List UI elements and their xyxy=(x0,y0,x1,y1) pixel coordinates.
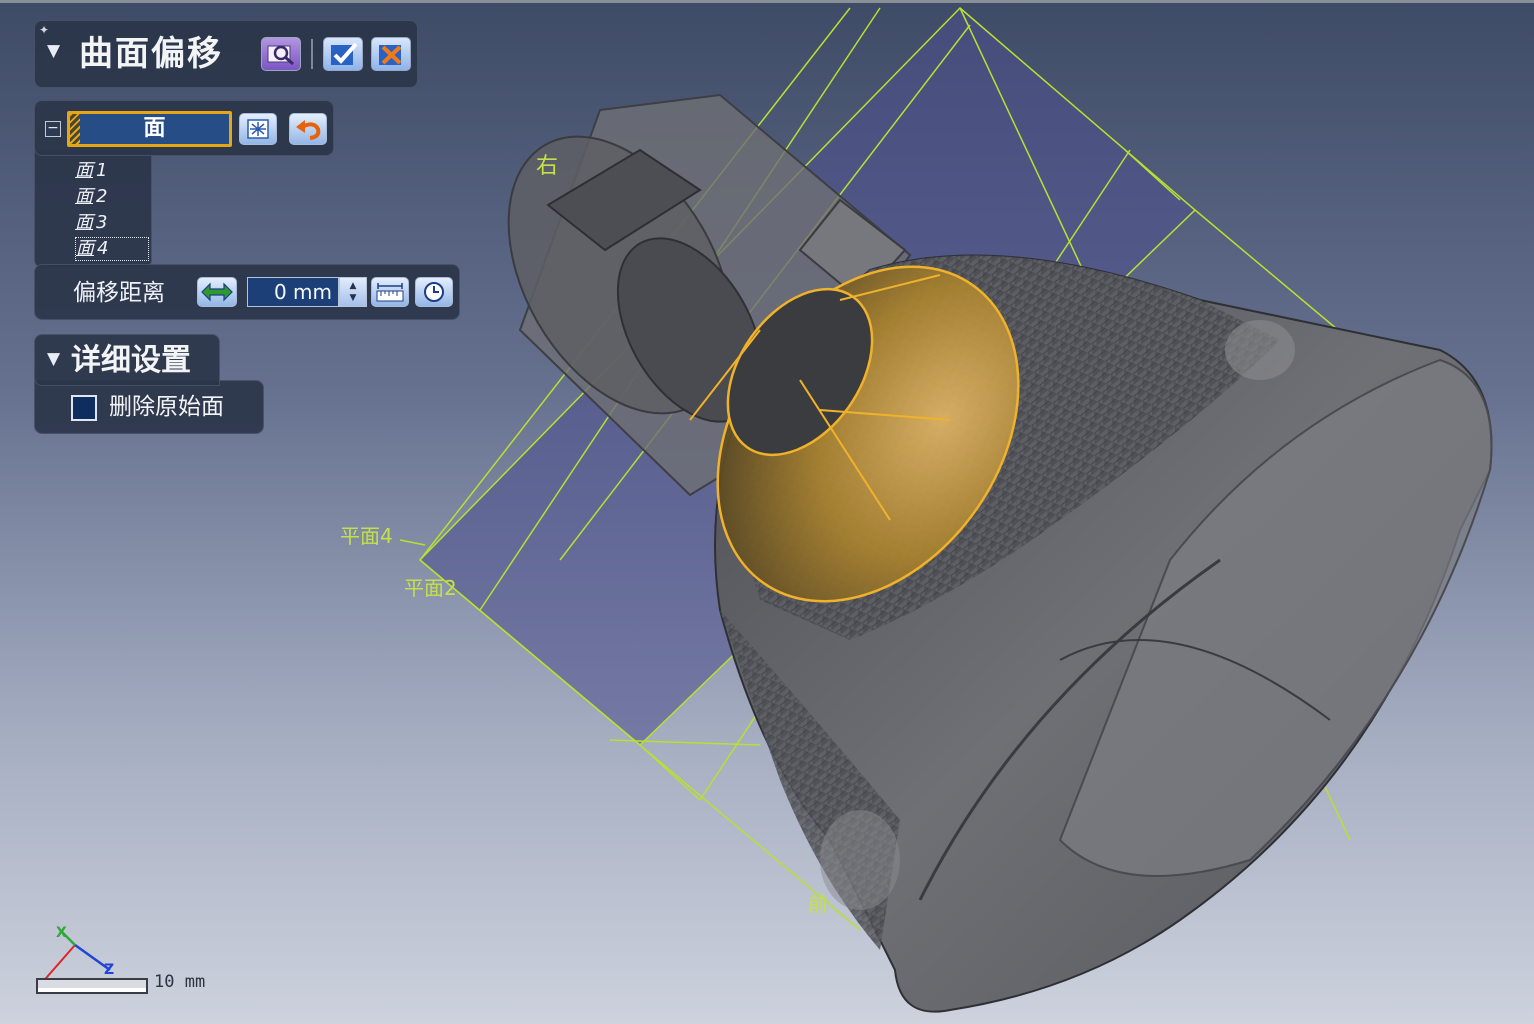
toolbar-separator xyxy=(311,39,313,69)
face-item-number: 2 xyxy=(96,186,108,207)
spinner-up-icon[interactable]: ▲ xyxy=(350,280,357,292)
face-selector-panel: − 面 xyxy=(34,100,334,156)
delete-original-label[interactable]: 删除原始面 xyxy=(109,391,224,423)
plane-label-plane2: 平面2 xyxy=(404,576,457,600)
measure-button[interactable] xyxy=(371,277,409,307)
select-all-icon xyxy=(247,119,269,139)
detail-settings-title: 详细设置 xyxy=(71,343,191,378)
detail-settings-header[interactable]: ▼ 详细设置 xyxy=(34,334,220,386)
collapse-toggle[interactable]: − xyxy=(45,121,61,137)
checkmark-icon xyxy=(331,42,358,65)
command-title: 曲面偏移 xyxy=(79,34,223,74)
axis-label-x: X xyxy=(56,925,67,941)
pin-icon[interactable]: ✦ xyxy=(39,23,53,37)
scale-label: 10 mm xyxy=(154,972,206,992)
face-item-number: 4 xyxy=(97,238,109,259)
close-x-icon xyxy=(379,45,402,65)
spinner-down-icon[interactable]: ▼ xyxy=(350,292,357,304)
face-hatch-icon xyxy=(70,114,80,144)
face-item-number: 3 xyxy=(96,212,108,233)
undo-arrow-icon xyxy=(296,120,321,140)
face-selector-field[interactable]: 面 xyxy=(67,111,232,147)
face-icon: 面 xyxy=(75,186,93,207)
face-icon: 面 xyxy=(75,212,93,233)
face-item-1[interactable]: 面1 xyxy=(75,159,149,183)
face-item-number: 1 xyxy=(96,160,108,181)
delete-original-checkbox[interactable] xyxy=(71,395,97,421)
reset-icon xyxy=(424,282,444,302)
preview-button[interactable] xyxy=(261,37,301,71)
offset-distance-panel: 偏移距离 0 mm ▲ ▼ xyxy=(34,264,460,320)
face-item-2[interactable]: 面2 xyxy=(75,185,149,209)
preview-magnifier-icon xyxy=(267,45,294,66)
measure-icon xyxy=(376,283,404,302)
face-icon: 面 xyxy=(76,238,94,259)
collapse-triangle-icon[interactable]: ▼ xyxy=(47,41,60,61)
cancel-button[interactable] xyxy=(371,37,411,71)
select-all-button[interactable] xyxy=(239,113,277,145)
axis-label-z: Z xyxy=(104,962,115,978)
face-item-3[interactable]: 面3 xyxy=(75,211,149,235)
ok-button[interactable] xyxy=(323,37,363,71)
scale-bar xyxy=(36,978,148,994)
plane-label-front: 前 xyxy=(808,892,828,916)
offset-distance-input[interactable]: 0 mm xyxy=(247,277,339,307)
plane-label-right: 右 xyxy=(536,154,559,179)
flip-direction-button[interactable] xyxy=(197,277,237,307)
reset-button[interactable] xyxy=(415,277,453,307)
face-item-4[interactable]: 面4 xyxy=(75,237,149,261)
face-icon: 面 xyxy=(75,160,93,181)
plane-label-plane4: 平面4 xyxy=(340,524,393,548)
offset-distance-spinner[interactable]: ▲ ▼ xyxy=(339,277,367,307)
face-list-panel: 面1 面2 面3 面4 xyxy=(34,150,152,268)
detail-settings-body: 删除原始面 xyxy=(34,380,264,434)
scale-bar-fill xyxy=(38,988,146,992)
expand-triangle-icon[interactable]: ▼ xyxy=(47,349,60,369)
command-title-panel: ✦ ▼ 曲面偏移 xyxy=(34,20,418,88)
face-selector-label: 面 xyxy=(143,116,166,141)
flip-direction-icon xyxy=(201,282,233,302)
undo-button[interactable] xyxy=(289,113,327,145)
offset-distance-label: 偏移距离 xyxy=(73,280,165,306)
